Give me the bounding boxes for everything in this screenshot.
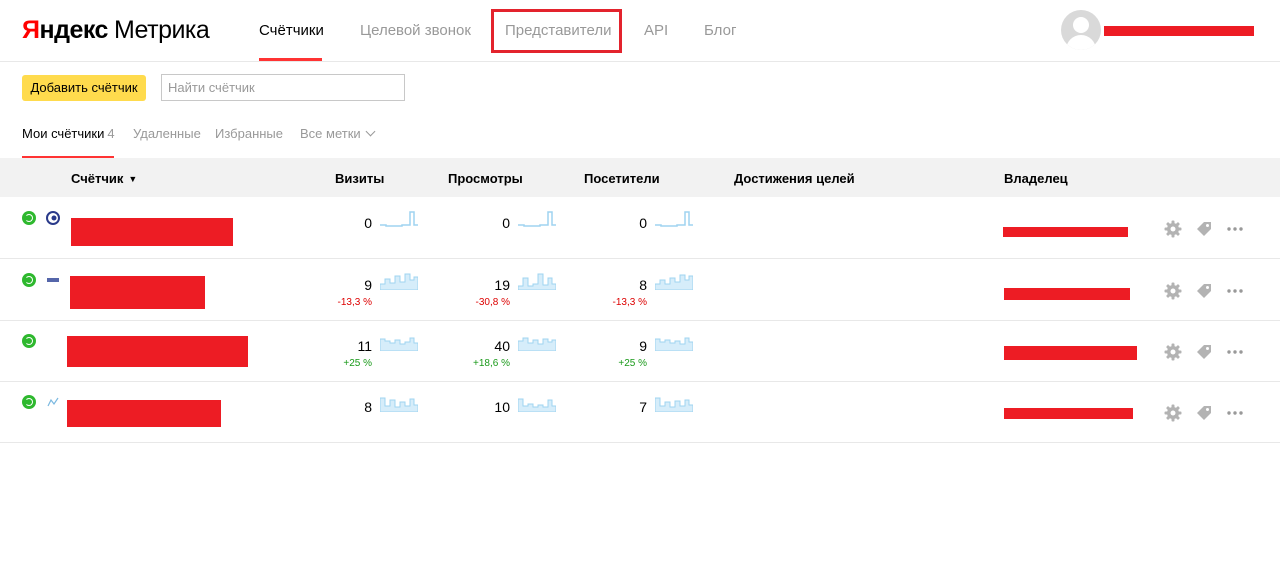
visitors-value: 9 bbox=[639, 338, 647, 354]
tab-my-counters-count: 4 bbox=[107, 126, 115, 141]
tab-favorites[interactable]: Избранные bbox=[215, 126, 283, 142]
views-sparkline bbox=[518, 337, 556, 351]
table-row[interactable]: 0 0 0 bbox=[0, 198, 1280, 259]
visits-delta: +25 % bbox=[343, 358, 372, 369]
site-favicon-icon bbox=[46, 395, 60, 409]
avatar-body bbox=[1066, 35, 1096, 50]
more-options-icon[interactable] bbox=[1226, 343, 1244, 361]
tab-deleted[interactable]: Удаленные bbox=[133, 126, 201, 142]
avatar-head bbox=[1073, 17, 1089, 33]
visitors-sparkline bbox=[655, 397, 693, 412]
visitors-delta: +25 % bbox=[618, 358, 647, 369]
nav-blog[interactable]: Блог bbox=[704, 21, 736, 41]
redacted-counter-name bbox=[70, 276, 205, 309]
views-value: 0 bbox=[502, 215, 510, 231]
visits-delta: -13,3 % bbox=[337, 297, 372, 308]
gear-icon[interactable] bbox=[1164, 282, 1182, 300]
chevron-down-icon bbox=[365, 126, 376, 137]
visitors-sparkline bbox=[655, 211, 693, 227]
user-avatar[interactable] bbox=[1061, 10, 1101, 50]
visits-value: 9 bbox=[364, 277, 372, 293]
visits-value: 8 bbox=[364, 399, 372, 415]
logo-product: Метрика bbox=[113, 16, 210, 44]
views-sparkline bbox=[518, 398, 556, 412]
visitors-value: 8 bbox=[639, 277, 647, 293]
visitors-sparkline bbox=[655, 274, 693, 290]
more-options-icon[interactable] bbox=[1226, 404, 1244, 422]
tag-icon[interactable] bbox=[1195, 343, 1213, 361]
visitors-delta: -13,3 % bbox=[612, 297, 647, 308]
column-views[interactable]: Просмотры bbox=[448, 171, 523, 187]
table-row[interactable]: 9 -13,3 % 19 -30,8 % 8 -13,3 % bbox=[0, 260, 1280, 321]
column-counter[interactable]: Счётчик ▼ bbox=[71, 171, 137, 188]
redacted-counter-name bbox=[71, 218, 233, 246]
status-active-icon bbox=[22, 334, 36, 348]
visits-sparkline bbox=[380, 397, 418, 412]
nav-target-call[interactable]: Целевой звонок bbox=[360, 21, 471, 41]
tag-icon[interactable] bbox=[1195, 282, 1213, 300]
nav-counters[interactable]: Счётчики bbox=[259, 21, 324, 41]
visits-sparkline bbox=[380, 273, 418, 290]
visits-value: 0 bbox=[364, 215, 372, 231]
table-header: Счётчик ▼ Визиты Просмотры Посетители Дос… bbox=[0, 158, 1280, 197]
status-active-icon bbox=[22, 211, 36, 225]
views-sparkline bbox=[518, 273, 556, 290]
views-value: 10 bbox=[494, 399, 510, 415]
column-counter-label: Счётчик bbox=[71, 171, 124, 186]
redacted-counter-name bbox=[67, 400, 221, 427]
column-goals[interactable]: Достижения целей bbox=[734, 171, 855, 187]
status-active-icon bbox=[22, 395, 36, 409]
column-visitors[interactable]: Посетители bbox=[584, 171, 660, 187]
nav-api[interactable]: API bbox=[644, 21, 668, 41]
more-options-icon[interactable] bbox=[1226, 220, 1244, 238]
redacted-owner bbox=[1004, 346, 1137, 360]
views-delta: +18,6 % bbox=[473, 358, 510, 369]
gear-icon[interactable] bbox=[1164, 404, 1182, 422]
views-value: 19 bbox=[494, 277, 510, 293]
site-favicon-icon bbox=[46, 211, 60, 225]
gear-icon[interactable] bbox=[1164, 220, 1182, 238]
logo-letter: Я bbox=[22, 16, 40, 44]
views-delta: -30,8 % bbox=[475, 297, 510, 308]
column-owner[interactable]: Владелец bbox=[1004, 171, 1068, 187]
gear-icon[interactable] bbox=[1164, 343, 1182, 361]
top-header: Яндекс Метрика Счётчики Целевой звонок Пр… bbox=[0, 0, 1280, 62]
logo-brand: ндекс bbox=[39, 16, 108, 44]
redacted-owner bbox=[1003, 227, 1128, 237]
views-sparkline bbox=[518, 211, 556, 227]
tag-icon[interactable] bbox=[1195, 404, 1213, 422]
views-value: 40 bbox=[494, 338, 510, 354]
status-active-icon bbox=[22, 273, 36, 287]
search-counter-input[interactable] bbox=[161, 74, 405, 101]
table-row[interactable]: 11 +25 % 40 +18,6 % 9 +25 % bbox=[0, 321, 1280, 382]
visits-sparkline bbox=[380, 211, 418, 227]
highlight-frame bbox=[491, 9, 622, 53]
add-counter-button[interactable]: Добавить счётчик bbox=[22, 75, 146, 101]
tab-my-counters-label: Мои счётчики bbox=[22, 126, 105, 141]
yandex-metrika-logo[interactable]: Яндекс Метрика bbox=[22, 14, 210, 46]
tab-all-tags[interactable]: Все метки bbox=[300, 126, 376, 142]
tab-all-tags-label: Все метки bbox=[300, 126, 361, 141]
redacted-owner bbox=[1004, 288, 1130, 300]
sort-desc-icon: ▼ bbox=[128, 174, 138, 184]
visitors-value: 0 bbox=[639, 215, 647, 231]
visits-value: 11 bbox=[357, 338, 372, 354]
redacted-username bbox=[1104, 26, 1254, 36]
tag-icon[interactable] bbox=[1195, 220, 1213, 238]
more-options-icon[interactable] bbox=[1226, 282, 1244, 300]
tab-my-counters[interactable]: Мои счётчики 4 bbox=[22, 126, 115, 142]
nav-active-indicator bbox=[259, 58, 322, 61]
site-favicon-icon bbox=[46, 273, 60, 287]
visitors-value: 7 bbox=[639, 399, 647, 415]
visits-sparkline bbox=[380, 337, 418, 351]
column-visits[interactable]: Визиты bbox=[335, 171, 384, 187]
redacted-counter-name bbox=[67, 336, 248, 367]
table-row[interactable]: 8 10 7 bbox=[0, 382, 1280, 443]
visitors-sparkline bbox=[655, 337, 693, 351]
redacted-owner bbox=[1004, 408, 1133, 419]
